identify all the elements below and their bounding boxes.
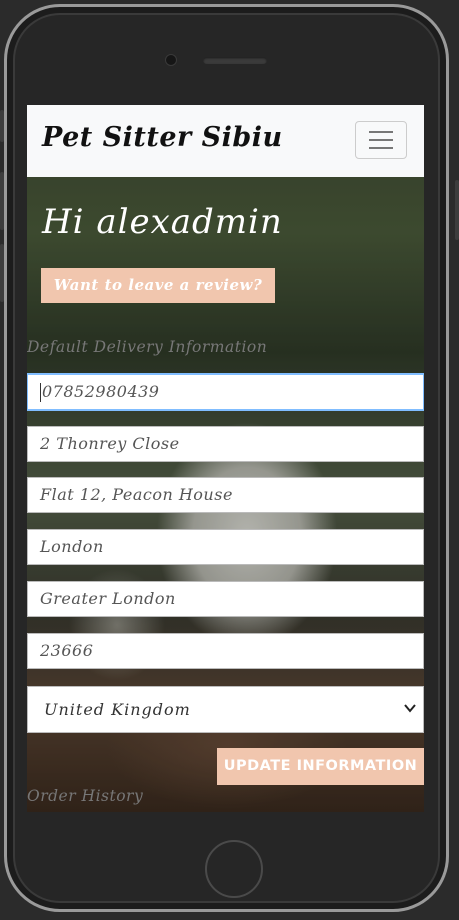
update-information-button[interactable]: UPDATE INFORMATION [217, 748, 424, 785]
phone-number-input[interactable]: 07852980439 [27, 374, 424, 410]
camera-icon [165, 54, 177, 66]
delivery-section-title: Default Delivery Information [27, 338, 268, 356]
order-history-title: Order History [27, 787, 144, 805]
hamburger-menu-icon[interactable] [355, 121, 407, 159]
street-address2-input[interactable]: Flat 12, Peacon House [27, 477, 424, 513]
leave-review-button[interactable]: Want to leave a review? [41, 268, 275, 303]
street-address1-input[interactable]: 2 Thonrey Close [27, 426, 424, 462]
volume-up-button [0, 172, 4, 230]
speaker-grille [203, 57, 267, 64]
text-caret [40, 383, 41, 402]
home-button[interactable] [205, 840, 263, 898]
postcode-input[interactable]: 23666 [27, 633, 424, 669]
town-input[interactable]: London [27, 529, 424, 565]
navbar: Pet Sitter Sibiu [27, 105, 424, 177]
chevron-down-icon [404, 704, 416, 713]
county-input[interactable]: Greater London [27, 581, 424, 617]
page-title: Hi alexadmin [42, 202, 283, 242]
mute-switch [0, 110, 4, 142]
brand-logo[interactable]: Pet Sitter Sibiu [42, 122, 283, 153]
country-select[interactable]: United Kingdom [27, 686, 424, 733]
volume-down-button [0, 244, 4, 302]
power-button [455, 180, 459, 240]
screen: Pet Sitter Sibiu Hi alexadmin Want to le… [27, 105, 424, 812]
